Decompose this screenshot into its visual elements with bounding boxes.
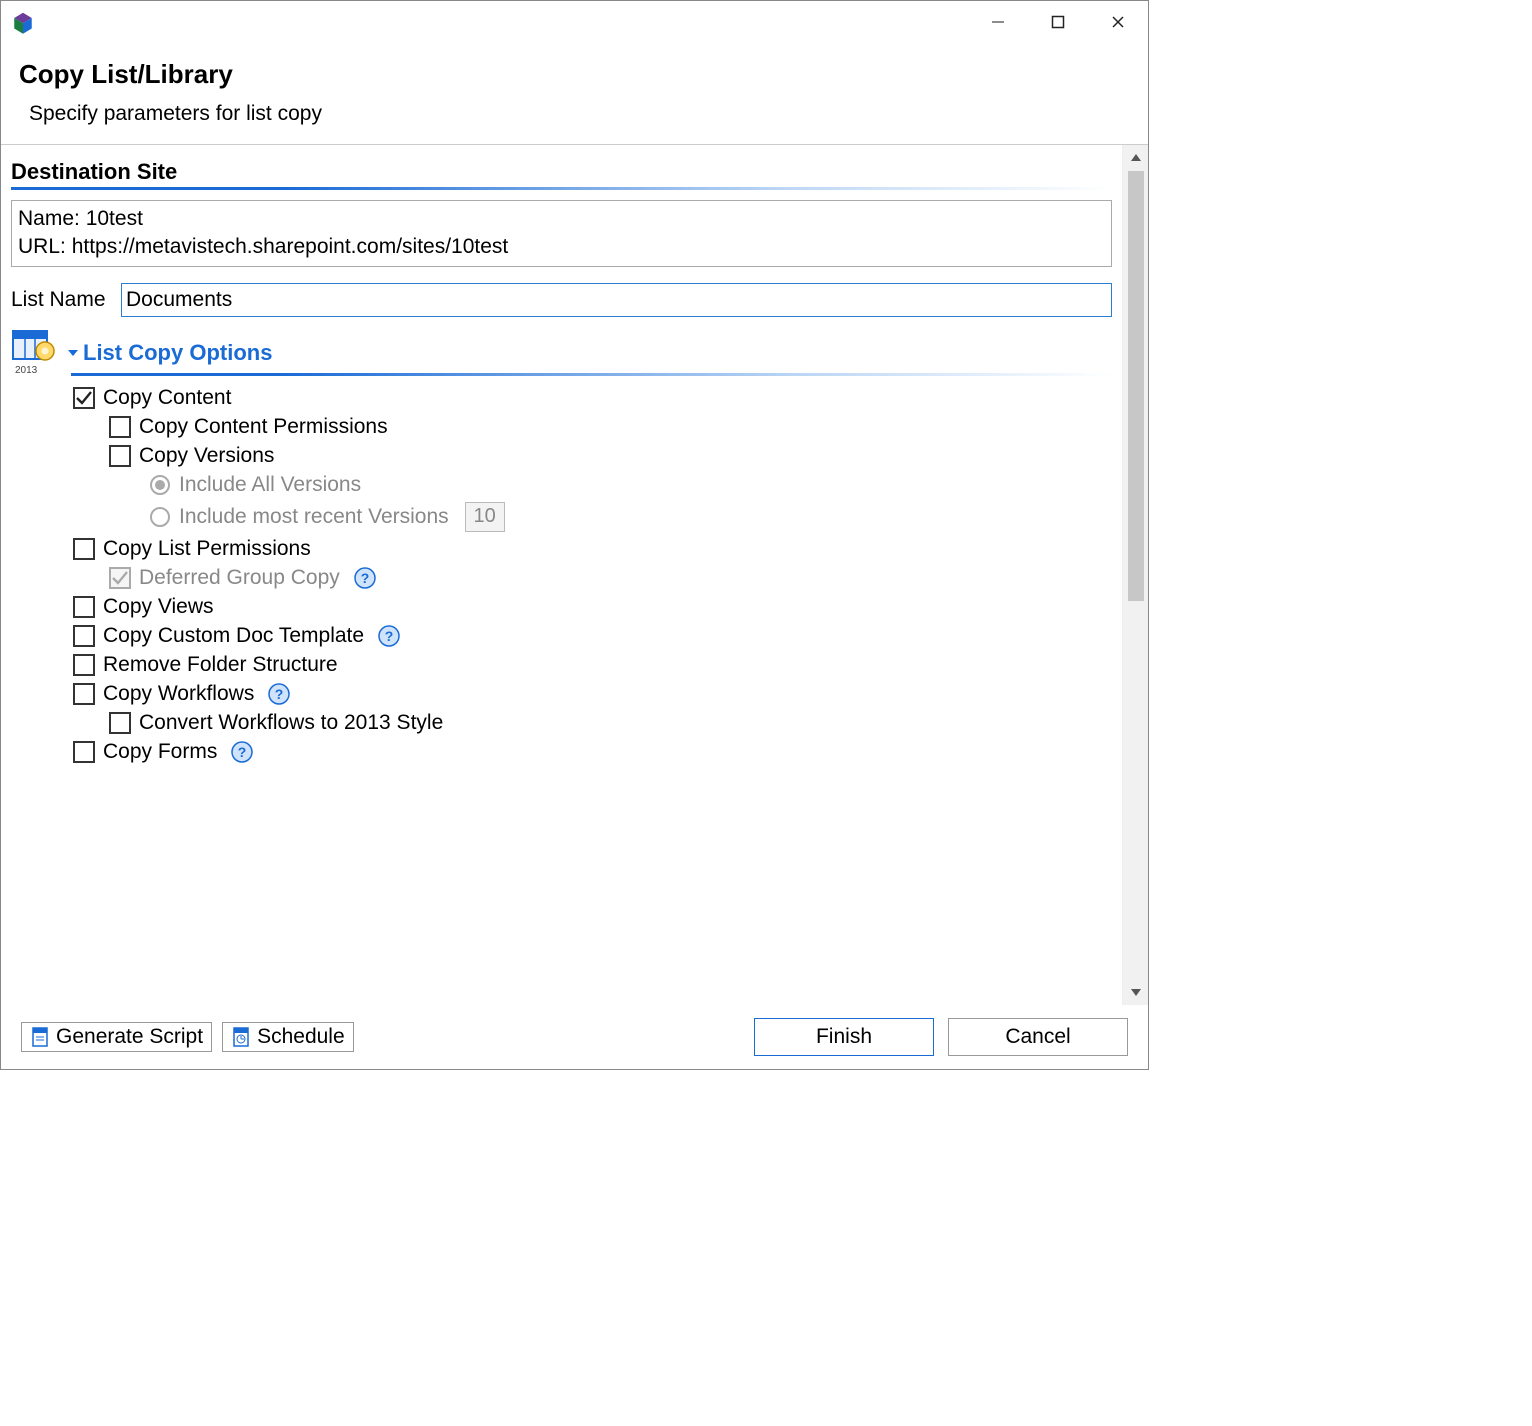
recent-versions-count: 10 <box>465 502 505 532</box>
destination-info-box: Name: 10test URL: https://metavistech.sh… <box>11 200 1112 267</box>
include-all-versions-radio <box>149 474 171 496</box>
include-all-versions-label: Include All Versions <box>179 473 361 497</box>
cancel-button[interactable]: Cancel <box>948 1018 1128 1056</box>
help-icon[interactable]: ? <box>354 567 376 589</box>
svg-text:2013: 2013 <box>15 365 38 376</box>
schedule-label: Schedule <box>257 1025 345 1049</box>
generate-script-label: Generate Script <box>56 1025 203 1049</box>
destination-site-heading: Destination Site <box>11 159 1112 185</box>
remove-folder-structure-label: Remove Folder Structure <box>103 653 338 677</box>
script-icon <box>30 1026 52 1048</box>
schedule-icon <box>231 1026 253 1048</box>
deferred-group-copy-label: Deferred Group Copy <box>139 566 340 590</box>
convert-workflows-2013-label: Convert Workflows to 2013 Style <box>139 711 443 735</box>
generate-script-button[interactable]: Generate Script <box>21 1022 212 1052</box>
dest-name-value: 10test <box>86 207 143 230</box>
scroll-thumb[interactable] <box>1128 171 1144 601</box>
help-icon[interactable]: ? <box>268 683 290 705</box>
copy-workflows-label: Copy Workflows <box>103 682 254 706</box>
copy-forms-label: Copy Forms <box>103 740 217 764</box>
copy-custom-doc-template-checkbox[interactable] <box>73 625 95 647</box>
copy-views-checkbox[interactable] <box>73 596 95 618</box>
scroll-down-arrow-icon[interactable] <box>1123 979 1149 1005</box>
svg-text:?: ? <box>238 744 247 760</box>
dest-url-label: URL: <box>18 235 66 258</box>
copy-versions-checkbox[interactable] <box>109 445 131 467</box>
include-most-recent-radio <box>149 506 171 528</box>
dialog-subtitle: Specify parameters for list copy <box>29 102 1130 126</box>
copy-content-permissions-checkbox[interactable] <box>109 416 131 438</box>
close-button[interactable] <box>1088 4 1148 40</box>
dialog-body: Destination Site Name: 10test URL: https… <box>1 145 1122 1005</box>
remove-folder-structure-checkbox[interactable] <box>73 654 95 676</box>
svg-text:?: ? <box>385 628 394 644</box>
app-icon <box>9 11 37 39</box>
deferred-group-copy-checkbox <box>109 567 131 589</box>
list-name-input[interactable] <box>121 283 1112 317</box>
copy-content-checkbox[interactable] <box>73 387 95 409</box>
finish-button[interactable]: Finish <box>754 1018 934 1056</box>
copy-list-permissions-checkbox[interactable] <box>73 538 95 560</box>
help-icon[interactable]: ? <box>378 625 400 647</box>
dialog-title: Copy List/Library <box>19 59 1130 90</box>
dialog-window: Copy List/Library Specify parameters for… <box>0 0 1149 1070</box>
list-copy-options-icon: 2013 <box>11 329 59 377</box>
copy-versions-label: Copy Versions <box>139 444 274 468</box>
vertical-scrollbar[interactable] <box>1122 145 1148 1005</box>
convert-workflows-2013-checkbox[interactable] <box>109 712 131 734</box>
copy-content-label: Copy Content <box>103 386 231 410</box>
copy-forms-checkbox[interactable] <box>73 741 95 763</box>
include-most-recent-label: Include most recent Versions <box>179 505 449 529</box>
copy-custom-doc-template-label: Copy Custom Doc Template <box>103 624 364 648</box>
schedule-button[interactable]: Schedule <box>222 1022 354 1052</box>
dialog-footer: Generate Script Schedule Finish Cancel <box>1 1005 1148 1069</box>
copy-content-permissions-label: Copy Content Permissions <box>139 415 388 439</box>
maximize-button[interactable] <box>1028 4 1088 40</box>
dest-url-value: https://metavistech.sharepoint.com/sites… <box>72 235 509 258</box>
options-rule <box>71 373 1112 376</box>
copy-workflows-checkbox[interactable] <box>73 683 95 705</box>
help-icon[interactable]: ? <box>231 741 253 763</box>
list-copy-options-toggle[interactable]: List Copy Options <box>67 340 272 366</box>
list-name-label: List Name <box>11 288 111 312</box>
dialog-header: Copy List/Library Specify parameters for… <box>1 43 1148 145</box>
minimize-button[interactable] <box>968 4 1028 40</box>
scroll-up-arrow-icon[interactable] <box>1123 145 1149 171</box>
copy-views-label: Copy Views <box>103 595 214 619</box>
dest-name-label: Name: <box>18 207 80 230</box>
copy-list-permissions-label: Copy List Permissions <box>103 537 311 561</box>
section-rule <box>11 187 1112 190</box>
titlebar <box>1 1 1148 43</box>
caret-down-icon <box>67 347 79 359</box>
svg-text:?: ? <box>360 570 369 586</box>
list-copy-options-title: List Copy Options <box>83 340 272 366</box>
svg-text:?: ? <box>275 686 284 702</box>
